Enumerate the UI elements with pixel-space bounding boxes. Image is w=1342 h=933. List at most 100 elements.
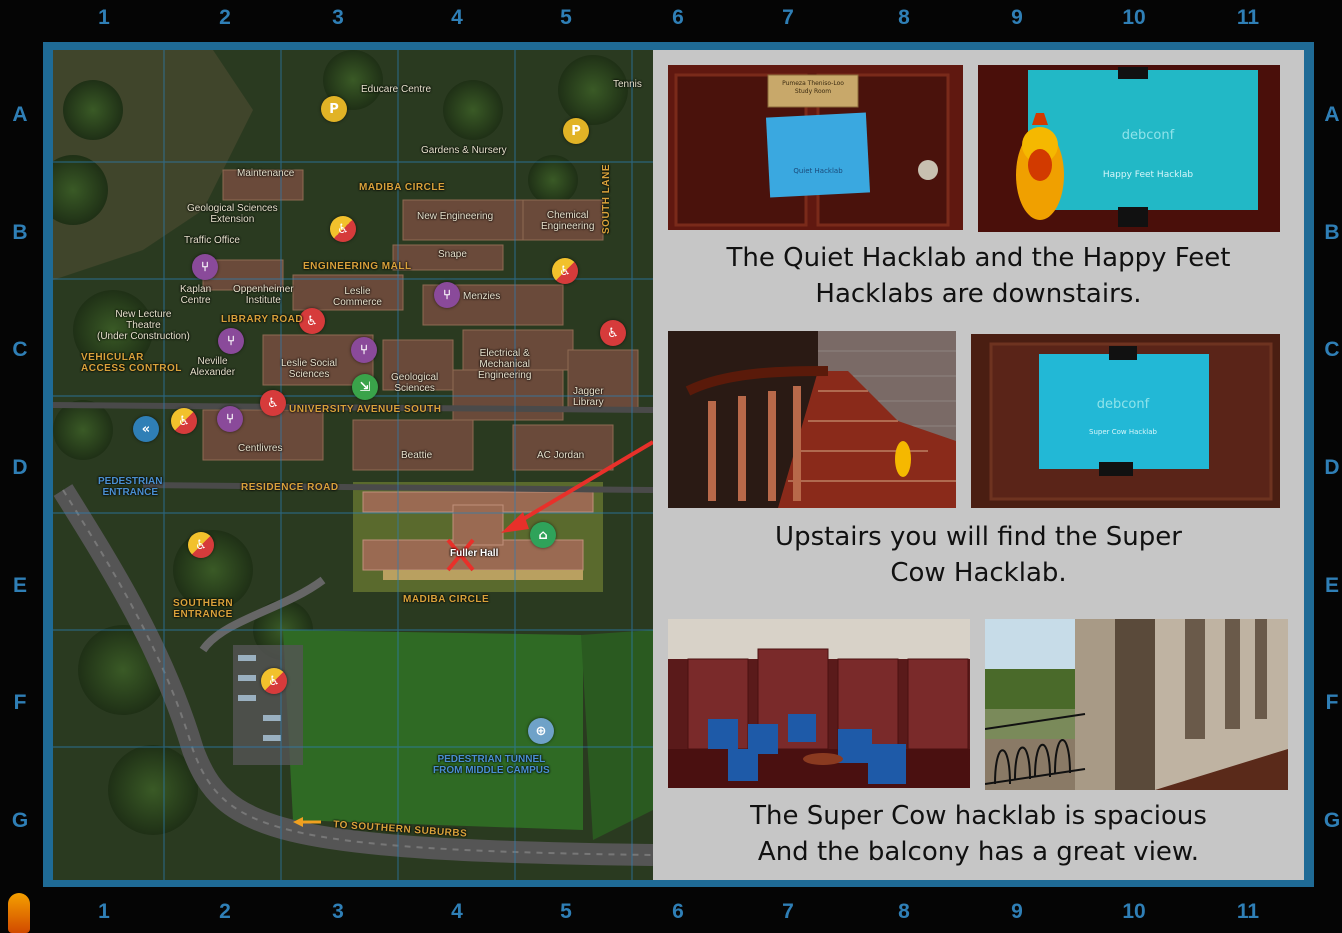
grid-col-label: 6 [672,900,684,923]
grid-col-label: 1 [98,900,110,923]
info-panel: Pumeza Theniso-Loo Study Room Quiet Hack… [653,50,1304,880]
accessibility-icon[interactable]: ♿ [188,532,214,558]
grid-col-label: 2 [219,6,231,29]
grid-row-label: E [12,574,27,597]
food-icon[interactable]: ⑂ [351,337,377,363]
grid-col-label: 10 [1122,6,1146,29]
supercow-sign-text: Super Cow Hacklab [1089,428,1157,436]
campus-map[interactable]: P P ♿ ⑂ ♿ ⑂ ♿ ♿ ⑂ ⑂ ⇲ ♿ « ♿ ⑂ ⌂ ♿ ♿ ⊕ Ed… [53,50,653,880]
photo-balcony [985,619,1288,790]
grid-col-label: 4 [451,900,463,923]
map-label: New Lecture Theatre (Under Construction) [97,309,190,342]
caption-spacious: The Super Cow hacklab is spacious And th… [750,801,1207,867]
grid-row-label: A [12,103,28,126]
happy-debconf-text: debconf [1121,128,1175,143]
photo-super-cow-sign [971,334,1280,508]
road-label: SOUTH LANE [601,164,612,234]
map-label: Beattie [401,450,433,461]
map-label: Leslie Social Sciences [281,358,338,380]
road-label: UNIVERSITY AVENUE SOUTH [289,404,442,415]
map-label: Leslie Commerce [333,286,382,308]
food-icon[interactable]: ⑂ [218,328,244,354]
caption-upstairs: Upstairs you will find the Super Cow Hac… [775,522,1182,588]
map-label: Educare Centre [361,84,432,95]
home-icon[interactable]: ⌂ [530,522,556,548]
map-label: Electrical & Mechanical Engineering [478,348,532,381]
road-label: ENGINEERING MALL [303,261,412,272]
grid-col-label: 3 [332,900,344,923]
map-label: Centlivres [238,443,283,454]
road-label: MADIBA CIRCLE [359,182,446,193]
map-label: Oppenheimer Institute [233,284,294,306]
caption-downstairs: The Quiet Hacklab and the Happy Feet Hac… [726,243,1231,309]
accessibility-icon[interactable]: ♿ [552,258,578,284]
map-label: Geological Sciences Extension [187,203,278,225]
grid-col-label: 5 [560,6,572,29]
grid-col-label: 8 [898,6,910,29]
grid-row-label: B [1324,221,1340,244]
grid-col-label: 2 [219,900,231,923]
plaque-text: Pumeza Theniso-Loo Study Room [782,80,844,95]
road-label: VEHICULAR ACCESS CONTROL [81,352,182,374]
grid-col-label: 4 [451,6,463,29]
grid-row-label: G [1323,809,1341,832]
grid-col-label: 11 [1236,6,1260,29]
parking-icon[interactable]: P [563,118,589,144]
grid-col-label: 7 [782,900,794,923]
accessibility-icon[interactable]: ♿ [600,320,626,346]
tunnel-icon[interactable]: ⊕ [528,718,554,744]
grid-col-label: 1 [98,6,110,29]
grid-row-label: D [12,456,28,479]
road-label: MADIBA CIRCLE [403,594,490,605]
map-label: Maintenance [237,168,295,179]
happy-sign-text: Happy Feet Hacklab [1102,170,1194,180]
food-icon[interactable]: ⑂ [217,406,243,432]
map-background [53,50,653,880]
grid-row-label: F [1325,691,1339,714]
accessibility-icon[interactable]: ♿ [261,668,287,694]
grid-row-label: A [1324,103,1340,126]
photo-super-cow-room [668,619,970,788]
map-label: Tennis [613,79,642,90]
grid-col-label: 6 [672,6,684,29]
accessibility-icon[interactable]: ♿ [260,390,286,416]
grid-row-label: E [1324,574,1339,597]
rubber-chicken-icon [8,893,30,933]
map-label: Neville Alexander [190,356,236,378]
grid-col-label: 8 [898,900,910,923]
map-label: Chemical Engineering [541,210,595,232]
grid-col-label: 11 [1236,900,1260,923]
grid-col-label: 7 [782,6,794,29]
map-label: Kaplan Centre [180,284,212,306]
grid-col-label: 9 [1011,900,1023,923]
fuller-hall-label[interactable]: Fuller Hall [450,548,498,559]
back-arrow-icon[interactable]: « [133,416,159,442]
road-label: SOUTHERN ENTRANCE [173,598,234,620]
map-pin-icon[interactable]: ⇲ [352,374,378,400]
grid-row-label: G [11,809,29,832]
parking-icon[interactable]: P [321,96,347,122]
photo-happy-feet-hacklab [978,65,1280,232]
map-label: New Engineering [417,211,494,222]
accessibility-icon[interactable]: ♿ [171,408,197,434]
grid-row-label: C [1324,338,1340,361]
grid-row-label: C [12,338,28,361]
grid-col-label: 3 [332,6,344,29]
photo-staircase [668,331,956,508]
food-icon[interactable]: ⑂ [192,254,218,280]
quiet-sign-text: Quiet Hacklab [793,167,843,175]
accessibility-icon[interactable]: ♿ [330,216,356,242]
food-icon[interactable]: ⑂ [434,282,460,308]
map-label: Menzies [463,291,501,302]
map-label: Traffic Office [184,235,240,246]
road-label: LIBRARY ROAD [221,314,304,325]
map-label: Gardens & Nursery [421,145,507,156]
grid-row-label: F [13,691,27,714]
road-label: RESIDENCE ROAD [241,482,339,493]
map-label: AC Jordan [537,450,585,461]
map-label: Jagger Library [573,386,604,408]
map-label: Geological Sciences [391,372,439,394]
map-label: Snape [438,249,467,260]
map-label: PEDESTRIAN TUNNEL FROM MIDDLE CAMPUS [433,754,550,776]
grid-col-label: 10 [1122,900,1146,923]
